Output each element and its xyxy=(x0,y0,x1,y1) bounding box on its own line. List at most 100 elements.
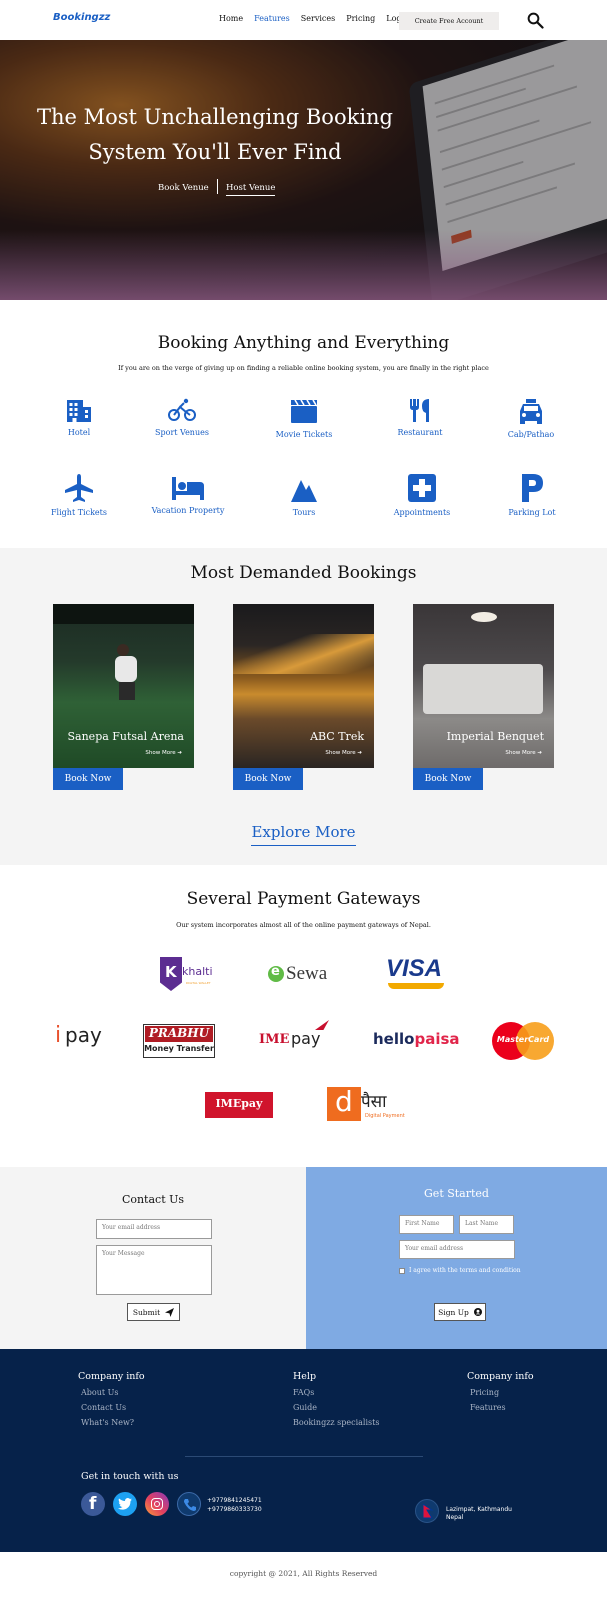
airplane-icon xyxy=(65,474,93,502)
copyright: copyright @ 2021, All Rights Reserved xyxy=(229,1569,378,1578)
nepal-flag-icon xyxy=(415,1499,439,1523)
explore-more-label: Explore More xyxy=(251,823,356,846)
hellopaisa-logo: hellopaisa xyxy=(373,1030,460,1048)
clapperboard-icon xyxy=(291,399,317,423)
hero-title: The Most Unchallenging Booking System Yo… xyxy=(0,100,430,170)
category-sport-venues[interactable]: Sport Venues xyxy=(137,398,227,437)
medical-cross-icon xyxy=(408,474,436,502)
brand-logo[interactable]: Bookingzz xyxy=(53,12,110,23)
visa-logo: VISA xyxy=(386,955,446,993)
ipay-logo: i pay xyxy=(55,1023,102,1048)
signup-email-field[interactable]: Your email address xyxy=(399,1240,515,1259)
bicycle-icon xyxy=(168,398,196,421)
footer: Company info About Us Contact Us What's … xyxy=(0,1349,607,1552)
footer-link-guide[interactable]: Guide xyxy=(293,1403,317,1412)
category-vacation-property[interactable]: Vacation Property xyxy=(143,476,233,515)
hero-banner: The Most Unchallenging Booking System Yo… xyxy=(0,40,607,300)
category-label: Hotel xyxy=(67,428,91,437)
footer-divider xyxy=(185,1456,423,1457)
get-started-section: Get Started First Name Last Name Your em… xyxy=(306,1167,607,1349)
payments-title: Several Payment Gateways xyxy=(186,889,421,909)
nav-links: Home Features Services Pricing Login xyxy=(219,14,420,23)
top-nav: Bookingzz Home Features Services Pricing Log… xyxy=(0,0,607,40)
category-label: Parking Lot xyxy=(508,508,556,517)
first-name-field[interactable]: First Name xyxy=(399,1215,454,1234)
utensils-icon xyxy=(410,399,429,422)
category-label: Sport Venues xyxy=(155,428,209,437)
show-more-link[interactable]: Show More ➔ xyxy=(505,750,542,756)
submit-button[interactable]: Submit xyxy=(127,1303,180,1321)
nav-features[interactable]: Features xyxy=(254,14,290,23)
phone-1[interactable]: +9779841245471 xyxy=(207,1497,262,1504)
category-restaurant[interactable]: Restaurant xyxy=(375,398,465,437)
card-futsal[interactable]: Sanepa Futsal Arena Show More ➔ xyxy=(53,604,194,768)
book-now-button[interactable]: Book Now xyxy=(233,768,303,790)
address-line2: Nepal xyxy=(446,1514,464,1521)
facebook-icon[interactable]: f xyxy=(81,1492,105,1516)
nav-home[interactable]: Home xyxy=(219,14,243,23)
footer-col3-title: Company info xyxy=(467,1371,534,1382)
card-title: Imperial Benquet xyxy=(446,730,544,743)
book-now-button[interactable]: Book Now xyxy=(53,768,123,790)
card-title: ABC Trek xyxy=(310,730,364,743)
terms-checkbox[interactable] xyxy=(399,1268,405,1274)
demanded-title: Most Demanded Bookings xyxy=(190,563,417,583)
category-tours[interactable]: Tours xyxy=(259,476,349,517)
book-venue-link[interactable]: Book Venue xyxy=(158,183,209,193)
instagram-icon[interactable] xyxy=(145,1492,169,1516)
footer-link-pricing[interactable]: Pricing xyxy=(470,1388,499,1397)
category-cab-pathao[interactable]: Cab/Pathao xyxy=(486,398,576,439)
booking-title: Booking Anything and Everything xyxy=(157,333,450,353)
hotel-icon xyxy=(67,400,91,422)
twitter-icon[interactable] xyxy=(113,1492,137,1516)
nav-pricing[interactable]: Pricing xyxy=(346,14,375,23)
phone-2[interactable]: +9779860333730 xyxy=(207,1506,262,1513)
footer-link-contact[interactable]: Contact Us xyxy=(81,1403,126,1412)
footer-link-faqs[interactable]: FAQs xyxy=(293,1388,314,1397)
footer-link-features[interactable]: Features xyxy=(470,1403,506,1412)
terms-label: I agree with the terms and condition xyxy=(409,1267,521,1274)
mastercard-logo: MasterCard xyxy=(492,1022,554,1060)
create-account-button[interactable]: Create Free Account xyxy=(399,12,499,30)
category-label: Movie Tickets xyxy=(275,430,333,439)
category-label: Restaurant xyxy=(397,428,443,437)
category-appointments[interactable]: Appointments xyxy=(377,474,467,517)
payments-subtitle: Our system incorporates almost all of th… xyxy=(176,921,431,929)
sign-up-button[interactable]: Sign Up xyxy=(434,1303,486,1321)
touch-title: Get in touch with us xyxy=(81,1471,179,1482)
sign-up-label: Sign Up xyxy=(438,1307,469,1317)
get-started-title: Get Started xyxy=(424,1187,489,1200)
explore-more-link[interactable]: Explore More xyxy=(0,822,607,846)
category-hotel[interactable]: Hotel xyxy=(34,398,124,437)
card-abc-trek[interactable]: ABC Trek Show More ➔ xyxy=(233,604,374,768)
prabhu-logo: PRABHU Money Transfer xyxy=(143,1024,215,1058)
hero-title-line2: System You'll Ever Find xyxy=(88,140,342,164)
footer-link-whats-new[interactable]: What's New? xyxy=(81,1418,134,1427)
card-title: Sanepa Futsal Arena xyxy=(67,730,185,743)
last-name-field[interactable]: Last Name xyxy=(459,1215,514,1234)
card-imperial-benquet[interactable]: Imperial Benquet Show More ➔ xyxy=(413,604,554,768)
category-movie-tickets[interactable]: Movie Tickets xyxy=(259,398,349,439)
book-now-button[interactable]: Book Now xyxy=(413,768,483,790)
contact-section: Contact Us Your email address Your Messa… xyxy=(0,1167,306,1349)
esewa-logo: e Sewa xyxy=(268,962,340,990)
dpaisa-logo: d पैसा Digital Payment xyxy=(327,1085,405,1123)
host-venue-link[interactable]: Host Venue xyxy=(226,183,276,196)
show-more-link[interactable]: Show More ➔ xyxy=(145,750,182,756)
category-flight-tickets[interactable]: Flight Tickets xyxy=(34,474,124,517)
taxi-icon xyxy=(520,399,542,424)
footer-link-specialists[interactable]: Bookingzz specialists xyxy=(293,1418,379,1427)
category-parking-lot[interactable]: Parking Lot xyxy=(487,474,577,517)
search-icon[interactable] xyxy=(526,11,544,29)
contact-message-field[interactable]: Your Message xyxy=(96,1245,212,1295)
contact-email-field[interactable]: Your email address xyxy=(96,1219,212,1239)
phone-icon[interactable] xyxy=(177,1492,201,1516)
address-line1: Lazimpat, Kathmandu xyxy=(446,1506,512,1513)
nav-services[interactable]: Services xyxy=(301,14,335,23)
footer-link-about[interactable]: About Us xyxy=(81,1388,118,1397)
category-label: Appointments xyxy=(393,508,451,517)
show-more-link[interactable]: Show More ➔ xyxy=(325,750,362,756)
mountain-icon xyxy=(291,480,317,502)
parking-icon xyxy=(522,474,543,502)
send-icon xyxy=(165,1307,175,1317)
